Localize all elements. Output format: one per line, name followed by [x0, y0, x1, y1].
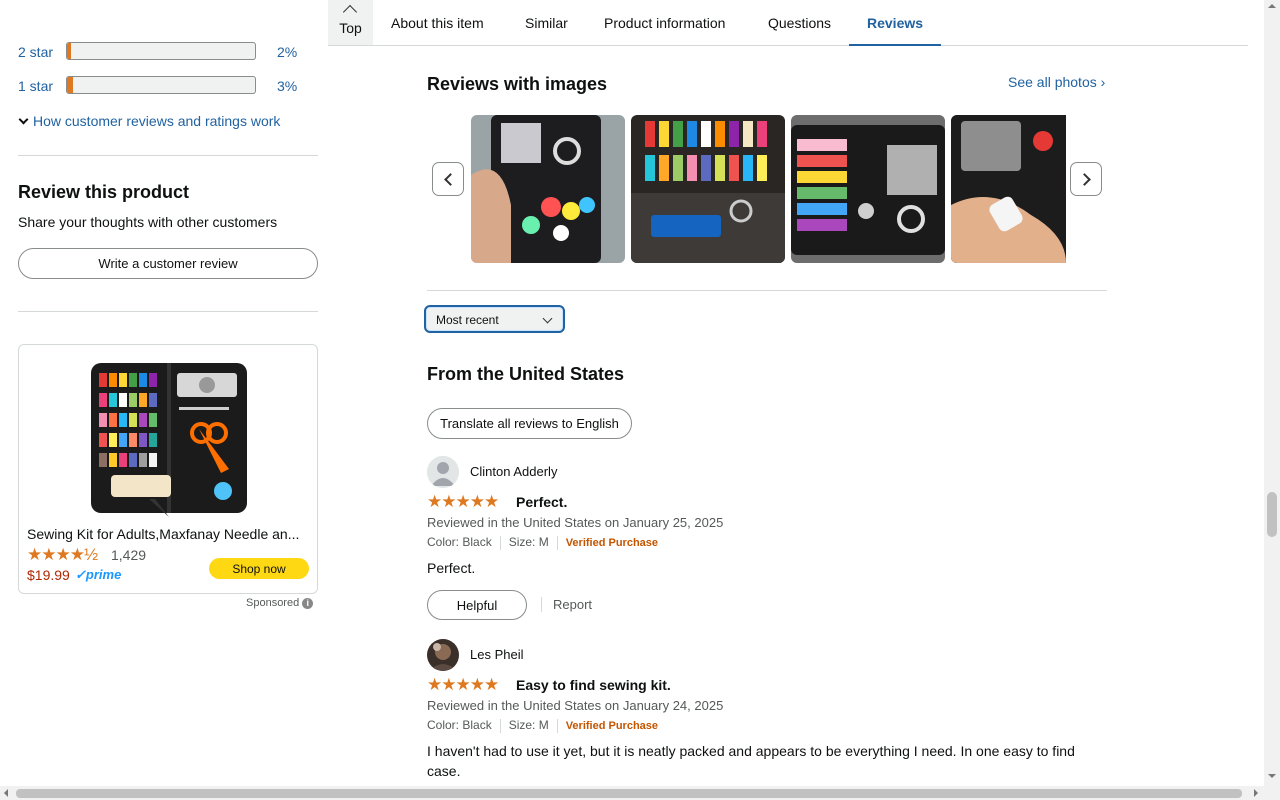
region-heading: From the United States [427, 364, 625, 384]
reviewer-name[interactable]: Clinton Adderly [470, 464, 557, 479]
back-to-top-button[interactable]: Top [328, 0, 373, 45]
carousel-next-button[interactable] [1070, 162, 1102, 196]
rating-label[interactable]: 1 star [18, 78, 53, 94]
tab-product-information[interactable]: Product information [604, 0, 725, 46]
divider [499, 535, 501, 550]
ad-price: $19.99 [27, 567, 70, 583]
review-this-product-heading: Review this product [18, 182, 190, 202]
rating-label[interactable]: 2 star [18, 44, 53, 60]
review-image-thumbnail[interactable] [631, 115, 785, 263]
scroll-up-arrow-icon[interactable] [1268, 0, 1276, 8]
review-date: Reviewed in the United States on January… [427, 515, 724, 530]
ad-rating-count[interactable]: 1,429 [111, 547, 146, 563]
rating-row-2-star[interactable]: 2 star 2% [18, 42, 318, 62]
info-icon[interactable]: i [302, 598, 314, 609]
verified-purchase-badge[interactable]: Verified Purchase [566, 537, 658, 549]
review-size[interactable]: Size: M [509, 718, 549, 732]
prime-badge: ✓prime [75, 567, 122, 582]
shop-now-button[interactable]: Shop now [209, 558, 309, 579]
carousel-prev-button[interactable] [432, 162, 464, 196]
horizontal-scrollbar-thumb[interactable] [16, 789, 1242, 798]
scroll-right-arrow-icon[interactable] [1254, 789, 1262, 797]
review-item: Les Pheil ★★★★★ Easy to find sewing kit.… [427, 639, 1107, 789]
review-star-rating[interactable]: ★★★★★ [427, 492, 499, 512]
rating-percent[interactable]: 3% [277, 78, 297, 94]
review-image-thumbnail[interactable] [791, 115, 945, 263]
helpful-button[interactable]: Helpful [427, 590, 527, 620]
divider [556, 535, 558, 550]
review-title[interactable]: Easy to find sewing kit. [516, 677, 671, 693]
review-body: I haven't had to use it yet, but it is n… [427, 743, 1075, 779]
rating-row-1-star[interactable]: 1 star 3% [18, 76, 318, 96]
sponsored-product-card[interactable]: Sewing Kit for Adults,Maxfanay Needle an… [18, 344, 318, 594]
review-size[interactable]: Size: M [509, 535, 549, 549]
vertical-scrollbar[interactable] [1264, 0, 1280, 786]
rating-bar[interactable] [66, 76, 256, 94]
tab-similar[interactable]: Similar [525, 0, 568, 46]
chevron-up-icon [342, 4, 358, 20]
translate-reviews-button[interactable]: Translate all reviews to English [427, 408, 632, 439]
chevron-right-icon [1078, 173, 1091, 186]
avatar[interactable] [427, 456, 459, 488]
sort-selected-value: Most recent [436, 313, 499, 327]
chevron-down-icon [18, 114, 29, 125]
ad-star-rating[interactable]: ★★★★½ [27, 545, 98, 565]
review-body: Perfect. [427, 560, 476, 576]
tab-about-this-item[interactable]: About this item [391, 0, 484, 46]
report-link[interactable]: Report [541, 597, 592, 612]
tab-reviews[interactable]: Reviews [849, 0, 942, 46]
divider [18, 311, 318, 312]
rating-percent[interactable]: 2% [277, 44, 297, 60]
review-star-rating[interactable]: ★★★★★ [427, 675, 499, 695]
review-image-thumbnail[interactable] [951, 115, 1066, 263]
tab-questions[interactable]: Questions [768, 0, 831, 46]
divider [556, 718, 558, 733]
chevron-down-icon [542, 313, 553, 324]
divider [18, 155, 318, 156]
rating-bar-fill [67, 77, 73, 93]
top-label: Top [339, 20, 362, 36]
divider [499, 718, 501, 733]
review-color[interactable]: Color: Black [427, 535, 492, 549]
how-reviews-work-label: How customer reviews and ratings work [33, 113, 281, 129]
rating-bar[interactable] [66, 42, 256, 60]
review-item: Clinton Adderly ★★★★★ Perfect. Reviewed … [427, 456, 1107, 620]
scroll-left-arrow-icon[interactable] [0, 789, 8, 797]
avatar[interactable] [427, 639, 459, 671]
review-date: Reviewed in the United States on January… [427, 698, 724, 713]
write-review-button[interactable]: Write a customer review [18, 248, 318, 279]
sort-reviews-dropdown[interactable]: Most recent [424, 305, 565, 333]
section-nav-bar: Top About this item Similar Product info… [328, 0, 1248, 46]
sponsored-text: Sponsored [246, 597, 300, 609]
reviews-with-images-heading: Reviews with images [427, 74, 608, 94]
ad-product-title[interactable]: Sewing Kit for Adults,Maxfanay Needle an… [27, 526, 311, 542]
review-variant-info: Color: Black Size: M Verified Purchase [427, 718, 658, 733]
chevron-left-icon [444, 173, 457, 186]
horizontal-scrollbar[interactable] [0, 786, 1280, 800]
reviewer-name[interactable]: Les Pheil [470, 647, 523, 662]
vertical-scrollbar-thumb[interactable] [1267, 492, 1277, 537]
scroll-down-arrow-icon[interactable] [1268, 774, 1276, 782]
rating-bar-fill [67, 43, 71, 59]
divider [427, 290, 1107, 291]
review-title[interactable]: Perfect. [516, 494, 567, 510]
review-this-product-subtitle: Share your thoughts with other customers [18, 214, 278, 230]
verified-purchase-badge[interactable]: Verified Purchase [566, 720, 658, 732]
review-variant-info: Color: Black Size: M Verified Purchase [427, 535, 658, 550]
review-image-thumbnail[interactable] [471, 115, 625, 263]
review-color[interactable]: Color: Black [427, 718, 492, 732]
how-reviews-work-link[interactable]: How customer reviews and ratings work [18, 113, 280, 129]
sponsored-label[interactable]: Sponsored i [246, 597, 314, 609]
see-all-photos-link[interactable]: See all photos › [1008, 74, 1105, 90]
ad-product-image[interactable] [89, 359, 249, 519]
